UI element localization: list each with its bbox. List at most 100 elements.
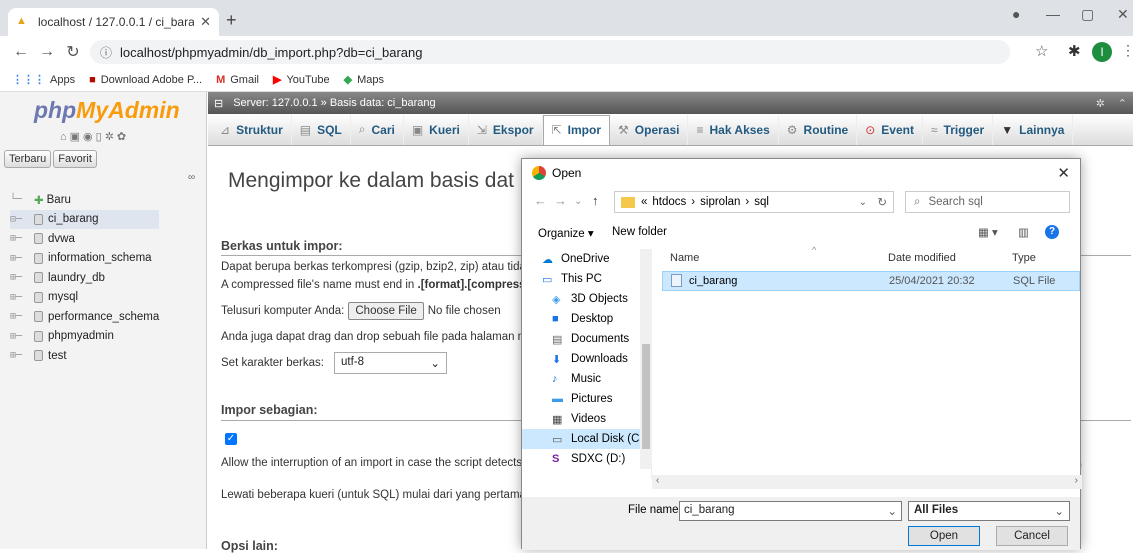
gear-icon[interactable]: ✲: [1096, 97, 1105, 110]
chevron-down-icon[interactable]: ⌄: [859, 197, 867, 208]
quick-icons[interactable]: ⌂▣◉▯✲✿: [60, 130, 129, 143]
tree-item-test[interactable]: ⊞─ test: [10, 346, 159, 366]
tab-lainnya[interactable]: ▼ Lainnya: [993, 114, 1074, 145]
organize-button[interactable]: Organize ▾: [538, 226, 594, 240]
expand-icon[interactable]: ⊞─: [10, 253, 34, 264]
link-icon[interactable]: ∞: [188, 172, 195, 183]
minimize-icon[interactable]: —: [1046, 6, 1060, 22]
reload-icon[interactable]: ↻: [60, 42, 86, 62]
profile-avatar[interactable]: I: [1092, 42, 1112, 62]
column-name[interactable]: Name: [670, 252, 699, 264]
tab-operasi[interactable]: ⚒ Operasi: [610, 114, 689, 145]
tab-cari[interactable]: ⌕ Cari: [351, 114, 404, 145]
tree-item-performance-schema[interactable]: ⊞─ performance_schema: [10, 307, 159, 327]
favorite-button[interactable]: Favorit: [53, 150, 97, 168]
nav-documents[interactable]: ▤ Documents: [522, 329, 651, 349]
help-icon[interactable]: ?: [1045, 225, 1059, 239]
view-options-icon[interactable]: ▦ ▾: [978, 225, 998, 239]
tree-item-new[interactable]: └─ ✚ Baru: [10, 190, 159, 210]
recent-locations-icon[interactable]: ⌄: [574, 196, 582, 207]
file-row[interactable]: ci_barang 25/04/2021 20:32 SQL File: [662, 271, 1080, 291]
open-button[interactable]: Open: [908, 526, 980, 546]
info-icon[interactable]: ⓘ: [100, 44, 112, 61]
url-field[interactable]: ⓘ localhost/phpmyadmin/db_import.php?db=…: [90, 40, 1010, 64]
phpmyadmin-logo[interactable]: phpMyAdmin: [34, 97, 180, 124]
path-segment[interactable]: htdocs: [652, 196, 686, 208]
search-field[interactable]: ⌕ Search sql: [905, 191, 1070, 213]
path-segment[interactable]: sql: [754, 196, 769, 208]
tree-item-phpmyadmin[interactable]: ⊞─ phpmyadmin: [10, 327, 159, 347]
bookmark-youtube[interactable]: ▶ YouTube: [273, 73, 330, 87]
record-icon[interactable]: ●: [1012, 6, 1020, 22]
tree-item-dvwa[interactable]: ⊞─ dvwa: [10, 229, 159, 249]
expand-icon[interactable]: ⊞─: [10, 233, 34, 244]
tab-hak-akses[interactable]: ≡ Hak Akses: [688, 114, 779, 145]
file-list-scrollbar[interactable]: ‹ ›: [652, 475, 1082, 489]
tree-item-ci-barang[interactable]: ⊟─ ci_barang: [10, 209, 160, 229]
preview-pane-icon[interactable]: ▥: [1018, 225, 1029, 239]
forward-icon[interactable]: →: [34, 43, 60, 61]
close-icon[interactable]: ✕: [1057, 164, 1070, 182]
tab-impor[interactable]: ⇱ Impor: [542, 114, 611, 145]
tab-event[interactable]: ⊙ Event: [857, 114, 923, 145]
cancel-button[interactable]: Cancel: [996, 526, 1068, 546]
tab-ekspor[interactable]: ⇲ Ekspor: [469, 114, 543, 145]
tab-struktur[interactable]: ⊿ Struktur: [212, 114, 292, 145]
collapse-icon[interactable]: ⌃: [1118, 97, 1127, 110]
expand-icon[interactable]: ⊞─: [10, 350, 34, 361]
new-folder-button[interactable]: New folder: [612, 226, 667, 238]
expand-icon[interactable]: ⊞─: [10, 272, 34, 283]
tree-item-mysql[interactable]: ⊞─ mysql: [10, 288, 159, 308]
scroll-right-icon[interactable]: ›: [1075, 475, 1078, 486]
path-field[interactable]: « htdocs › siprolan › sql ⌄ ↻: [614, 191, 894, 213]
nav-downloads[interactable]: ⬇ Downloads: [522, 349, 651, 369]
nav-scrollbar-thumb[interactable]: [642, 344, 650, 449]
tab-kueri[interactable]: ▣ Kueri: [404, 114, 469, 145]
expand-icon[interactable]: ⊞─: [10, 292, 34, 303]
close-window-icon[interactable]: ✕: [1117, 6, 1129, 23]
refresh-icon[interactable]: ↻: [877, 195, 887, 209]
nav-desktop[interactable]: ■ Desktop: [522, 309, 651, 329]
column-type[interactable]: Type: [1012, 252, 1036, 264]
nav-this-pc[interactable]: ▭ This PC: [522, 269, 651, 289]
forward-icon[interactable]: →: [554, 193, 567, 208]
tab-routine[interactable]: ⚙ Routine: [779, 114, 858, 145]
expand-icon[interactable]: ⊞─: [10, 331, 34, 342]
tab-sql[interactable]: ▤ SQL: [292, 114, 351, 145]
nav-videos[interactable]: ▦ Videos: [522, 409, 651, 429]
tree-item-laundry-db[interactable]: ⊞─ laundry_db: [10, 268, 159, 288]
bookmark-maps[interactable]: ◆ Maps: [344, 73, 384, 87]
tree-item-information-schema[interactable]: ⊞─ information_schema: [10, 249, 159, 269]
new-tab-icon[interactable]: +: [226, 10, 237, 31]
chevron-down-icon[interactable]: ⌄: [887, 504, 897, 518]
menu-icon[interactable]: ⋮: [1121, 42, 1133, 59]
charset-select[interactable]: utf-8 ⌄: [334, 352, 447, 374]
file-name-input[interactable]: ci_barang ⌄: [679, 501, 902, 521]
breadcrumb-text[interactable]: Server: 127.0.0.1 » Basis data: ci_baran…: [233, 97, 435, 109]
file-type-select[interactable]: All Files ⌄: [908, 501, 1070, 521]
path-segment[interactable]: siprolan: [700, 196, 740, 208]
scroll-left-icon[interactable]: ‹: [656, 475, 659, 486]
collapse-panel-icon[interactable]: ⊟: [214, 97, 223, 110]
nav-3d-objects[interactable]: ◈ 3D Objects: [522, 289, 651, 309]
up-icon[interactable]: ↑: [592, 193, 599, 208]
choose-file-button[interactable]: Choose File: [348, 302, 424, 320]
nav-pictures[interactable]: ▬ Pictures: [522, 389, 651, 409]
expand-icon[interactable]: ⊞─: [10, 311, 34, 322]
maximize-icon[interactable]: ▢: [1081, 6, 1094, 23]
bookmark-star-icon[interactable]: ☆: [1035, 42, 1048, 60]
back-icon[interactable]: ←: [8, 43, 34, 61]
column-date[interactable]: Date modified: [888, 252, 956, 264]
tab-trigger[interactable]: ≈ Trigger: [923, 114, 994, 145]
extensions-icon[interactable]: ✱: [1068, 42, 1081, 60]
nav-local-disk[interactable]: ▭ Local Disk (C:): [522, 429, 651, 449]
close-tab-icon[interactable]: ✕: [200, 14, 211, 30]
browser-tab[interactable]: ▲ localhost / 127.0.0.1 / ci_barang | ✕: [8, 8, 219, 36]
bookmark-gmail[interactable]: M Gmail: [216, 74, 259, 86]
nav-onedrive[interactable]: ☁ OneDrive: [522, 249, 651, 269]
nav-sdxc[interactable]: S SDXC (D:): [522, 449, 651, 469]
bookmark-apps[interactable]: ⋮⋮⋮ Apps: [12, 73, 75, 87]
nav-music[interactable]: ♪ Music: [522, 369, 651, 389]
bookmark-adobe[interactable]: ■ Download Adobe P...: [89, 74, 202, 86]
collapse-icon[interactable]: ⊟─: [10, 214, 34, 225]
